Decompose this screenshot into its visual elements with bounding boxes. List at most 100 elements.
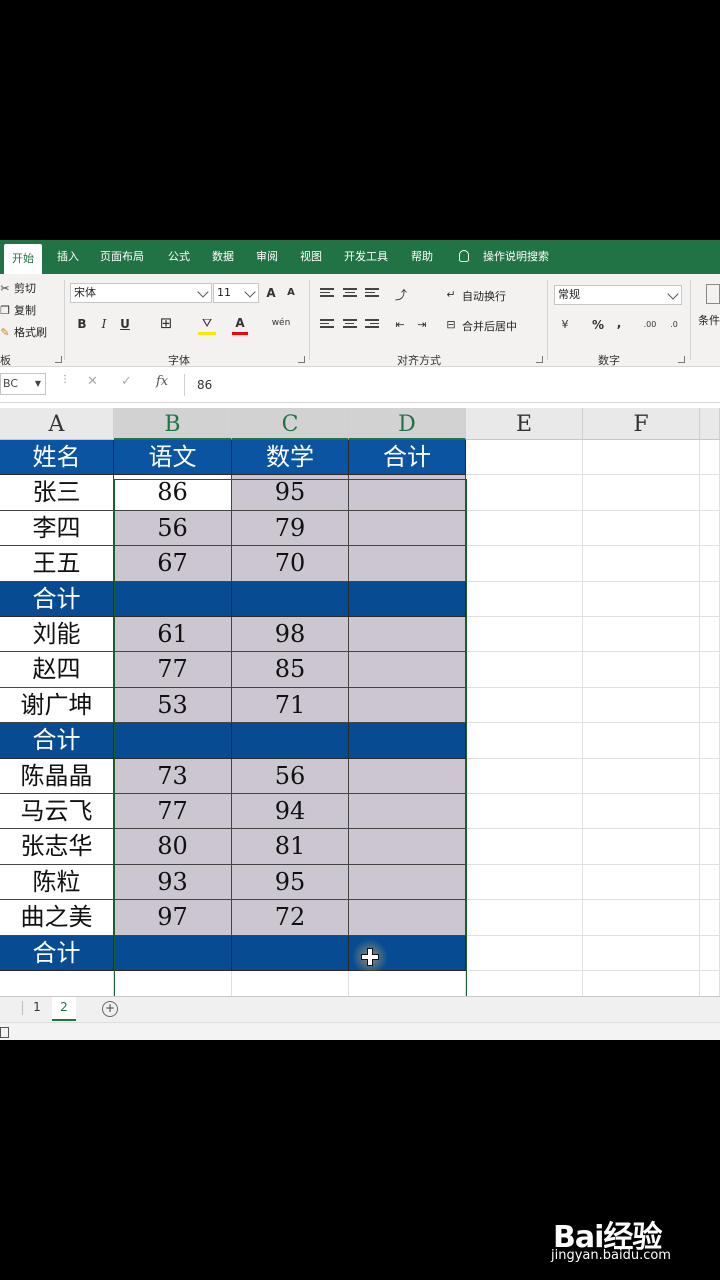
total-cell[interactable] <box>349 865 466 900</box>
tab-view[interactable]: 视图 <box>300 240 322 274</box>
empty-cell[interactable] <box>583 759 700 794</box>
subtotal-math-score-cell[interactable] <box>232 582 349 617</box>
format-painter-button[interactable]: 格式刷 <box>14 324 47 340</box>
subtotal-total-cell[interactable] <box>349 723 466 759</box>
math-score-cell[interactable]: 81 <box>232 829 349 865</box>
decrease-decimal-button[interactable]: .0 <box>664 316 684 334</box>
empty-cell[interactable] <box>583 617 700 652</box>
empty-cell[interactable] <box>583 511 700 546</box>
chinese-score-cell[interactable]: 93 <box>114 865 232 900</box>
empty-cell[interactable] <box>700 900 720 936</box>
italic-button[interactable]: I <box>97 315 111 333</box>
empty-cell[interactable] <box>466 652 583 688</box>
subtotal-math-score-cell[interactable] <box>232 723 349 759</box>
empty-cell[interactable] <box>700 829 720 865</box>
chinese-score-cell[interactable]: 53 <box>114 688 232 723</box>
math-score-cell[interactable]: 70 <box>232 546 349 582</box>
empty-cell[interactable] <box>700 582 720 617</box>
sheet-tab-2[interactable]: 2 <box>52 997 76 1021</box>
column-header-f[interactable]: F <box>583 408 700 440</box>
clipboard-launcher-icon[interactable] <box>55 356 62 363</box>
tab-review[interactable]: 审阅 <box>256 240 278 274</box>
chinese-score-cell[interactable]: 56 <box>114 511 232 546</box>
name-cell[interactable]: 李四 <box>0 511 114 546</box>
total-cell[interactable] <box>349 475 466 511</box>
empty-cell[interactable] <box>466 475 583 511</box>
empty-cell[interactable] <box>583 971 700 997</box>
column-header-a[interactable]: A <box>0 408 114 440</box>
align-middle-icon[interactable] <box>340 286 360 302</box>
cut-button[interactable]: 剪切 <box>14 280 36 296</box>
sheet-nav[interactable] <box>0 1001 23 1015</box>
conditional-format-button[interactable]: 条件 <box>698 312 720 328</box>
math-score-cell[interactable]: 79 <box>232 511 349 546</box>
empty-cell[interactable] <box>583 865 700 900</box>
empty-cell[interactable] <box>583 652 700 688</box>
currency-icon[interactable]: ¥ <box>557 316 573 334</box>
empty-cell[interactable] <box>466 900 583 936</box>
header-cell[interactable]: 合计 <box>349 440 466 476</box>
tab-data[interactable]: 数据 <box>212 240 234 274</box>
comma-button[interactable]: , <box>613 314 625 332</box>
shrink-font-icon[interactable]: A <box>284 284 298 302</box>
tab-developer[interactable]: 开发工具 <box>344 240 388 274</box>
empty-cell[interactable] <box>700 865 720 900</box>
chinese-score-cell[interactable]: 97 <box>114 900 232 936</box>
empty-cell[interactable] <box>583 829 700 865</box>
empty-cell[interactable] <box>583 936 700 971</box>
number-format-combo[interactable]: 常规 <box>554 285 682 305</box>
empty-cell[interactable] <box>700 652 720 688</box>
empty-cell[interactable] <box>583 794 700 829</box>
empty-cell[interactable] <box>583 582 700 617</box>
formula-input[interactable]: 86 <box>184 374 720 396</box>
total-cell[interactable] <box>349 794 466 829</box>
grow-font-icon[interactable]: A <box>264 284 278 302</box>
empty-cell[interactable] <box>700 546 720 582</box>
underline-button[interactable]: U <box>118 315 132 333</box>
tab-home[interactable]: 开始 <box>4 244 42 274</box>
subtotal-chinese-score-cell[interactable] <box>114 723 232 759</box>
number-launcher-icon[interactable] <box>678 356 685 363</box>
empty-cell[interactable] <box>466 829 583 865</box>
empty-cell[interactable] <box>466 865 583 900</box>
chinese-score-cell[interactable]: 77 <box>114 794 232 829</box>
math-score-cell[interactable]: 94 <box>232 794 349 829</box>
math-score-cell[interactable]: 71 <box>232 688 349 723</box>
empty-cell[interactable] <box>700 794 720 829</box>
increase-decimal-button[interactable]: .00 <box>640 316 660 334</box>
add-sheet-button[interactable]: + <box>102 1001 118 1017</box>
font-size-combo[interactable]: 11 <box>213 283 259 303</box>
empty-cell[interactable] <box>700 475 720 511</box>
align-top-icon[interactable] <box>320 288 334 300</box>
conditional-format-icon[interactable] <box>706 284 720 304</box>
empty-cell[interactable] <box>700 759 720 794</box>
empty-cell[interactable] <box>583 440 700 476</box>
bold-button[interactable]: B <box>75 315 89 333</box>
merge-center-button[interactable]: 合并后居中 <box>462 318 517 334</box>
empty-cell[interactable] <box>700 936 720 971</box>
empty-cell[interactable] <box>466 971 583 997</box>
subtotal-chinese-score-cell[interactable] <box>114 582 232 617</box>
empty-cell[interactable] <box>349 971 466 997</box>
enter-icon[interactable]: ✓ <box>121 374 132 389</box>
subtotal-name-cell[interactable]: 合计 <box>0 582 114 617</box>
total-cell[interactable] <box>349 546 466 582</box>
align-left-icon[interactable] <box>320 319 334 331</box>
empty-cell[interactable] <box>466 759 583 794</box>
font-color-button[interactable]: A <box>232 314 248 335</box>
total-cell[interactable] <box>349 652 466 688</box>
math-score-cell[interactable]: 85 <box>232 652 349 688</box>
tab-insert[interactable]: 插入 <box>57 240 79 274</box>
name-cell[interactable]: 刘能 <box>0 617 114 652</box>
empty-cell[interactable] <box>700 723 720 759</box>
empty-cell[interactable] <box>700 511 720 546</box>
column-header-c[interactable]: C <box>232 408 349 440</box>
total-cell[interactable] <box>349 511 466 546</box>
total-cell[interactable] <box>349 900 466 936</box>
empty-cell[interactable] <box>700 688 720 723</box>
math-score-cell[interactable]: 95 <box>232 475 349 511</box>
insert-function-icon[interactable]: fx <box>156 374 168 389</box>
empty-cell[interactable] <box>466 582 583 617</box>
name-cell[interactable]: 马云飞 <box>0 794 114 829</box>
wrap-text-button[interactable]: 自动换行 <box>462 288 506 304</box>
